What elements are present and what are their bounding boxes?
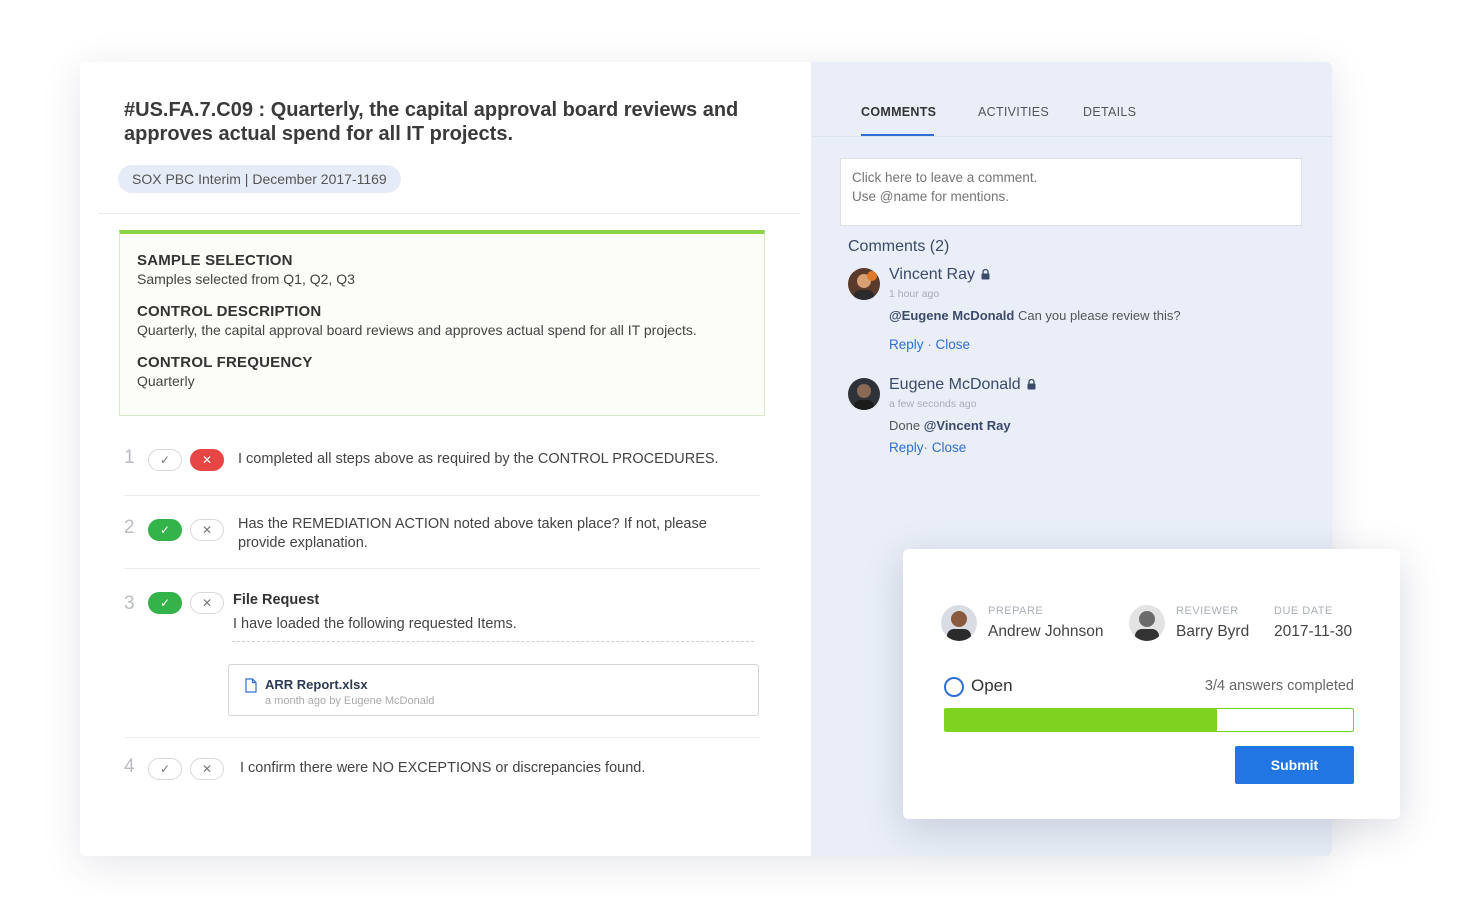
tab-activities[interactable]: ACTIVITIES bbox=[978, 105, 1049, 119]
audit-tag[interactable]: SOX PBC Interim | December 2017-1169 bbox=[118, 165, 401, 193]
due-date: DUE DATE 2017-11-30 bbox=[1274, 603, 1364, 645]
question-number: 4 bbox=[124, 756, 135, 777]
comment-item: Vincent Ray 1 hour ago @Eugene McDonald … bbox=[848, 266, 1308, 358]
sample-selection-heading: SAMPLE SELECTION bbox=[137, 252, 293, 269]
question-number: 2 bbox=[124, 517, 135, 538]
comment-input[interactable] bbox=[840, 158, 1302, 226]
avatar[interactable] bbox=[848, 378, 880, 410]
question-2: 2 ✓ ✕ Has the REMEDIATION ACTION noted a… bbox=[124, 515, 760, 559]
preparer-role: PREPARE bbox=[988, 605, 1044, 617]
reviewer-name: Barry Byrd bbox=[1176, 623, 1250, 640]
comment-author[interactable]: Vincent Ray bbox=[889, 266, 990, 284]
avatar[interactable] bbox=[848, 268, 880, 300]
preparer: PREPARE Andrew Johnson bbox=[941, 603, 1121, 645]
avatar-image bbox=[848, 378, 880, 410]
tab-comments[interactable]: COMMENTS bbox=[861, 105, 936, 119]
check-icon[interactable]: ✓ bbox=[148, 519, 182, 541]
file-name[interactable]: ARR Report.xlsx bbox=[265, 677, 368, 692]
cross-icon[interactable]: ✕ bbox=[190, 592, 224, 614]
cross-icon[interactable]: ✕ bbox=[190, 449, 224, 471]
comment-author[interactable]: Eugene McDonald bbox=[889, 376, 1036, 394]
question-4: 4 ✓ ✕ I confirm there were NO EXCEPTIONS… bbox=[124, 756, 760, 782]
mention[interactable]: @Vincent Ray bbox=[924, 418, 1011, 433]
comment-item: Eugene McDonald a few seconds ago Done @… bbox=[848, 376, 1308, 458]
check-icon[interactable]: ✓ bbox=[148, 592, 182, 614]
question-1: 1 ✓ ✕ I completed all steps above as req… bbox=[124, 447, 760, 473]
control-frequency-heading: CONTROL FREQUENCY bbox=[137, 354, 313, 371]
control-frequency-text: Quarterly bbox=[137, 373, 195, 389]
check-icon[interactable]: ✓ bbox=[148, 758, 182, 780]
tab-bar: COMMENTS ACTIVITIES DETAILS bbox=[811, 62, 1332, 137]
submit-button[interactable]: Submit bbox=[1235, 746, 1354, 784]
question-number: 3 bbox=[124, 593, 135, 614]
question-text: I have loaded the following requested It… bbox=[233, 616, 517, 632]
comment-time: 1 hour ago bbox=[889, 288, 940, 300]
question-text: I confirm there were NO EXCEPTIONS or di… bbox=[240, 760, 646, 776]
reply-link[interactable]: Reply bbox=[889, 440, 924, 455]
preparer-name: Andrew Johnson bbox=[988, 623, 1104, 640]
control-title: #US.FA.7.C09 : Quarterly, the capital ap… bbox=[124, 99, 739, 145]
comment-body: @Eugene McDonald Can you please review t… bbox=[889, 308, 1181, 323]
divider bbox=[232, 641, 754, 642]
status-label: Open bbox=[971, 676, 1013, 695]
divider bbox=[124, 737, 760, 738]
due-date-label: DUE DATE bbox=[1274, 605, 1333, 617]
control-description-text: Quarterly, the capital approval board re… bbox=[137, 322, 697, 338]
avatar-image bbox=[941, 605, 977, 641]
active-tab-indicator bbox=[861, 134, 934, 136]
comment-actions: Reply· Close bbox=[889, 440, 967, 455]
close-link[interactable]: Close bbox=[932, 440, 967, 455]
due-date-value: 2017-11-30 bbox=[1274, 623, 1353, 640]
answers-completed: 3/4 answers completed bbox=[1204, 678, 1354, 694]
question-number: 1 bbox=[124, 447, 135, 468]
control-description-heading: CONTROL DESCRIPTION bbox=[137, 303, 322, 320]
lock-icon bbox=[981, 269, 990, 280]
divider bbox=[124, 568, 760, 569]
control-info-box: SAMPLE SELECTION Samples selected from Q… bbox=[119, 230, 765, 416]
avatar[interactable] bbox=[1129, 605, 1165, 641]
file-meta: a month ago by Eugene McDonald bbox=[265, 695, 435, 707]
question-3: 3 ✓ ✕ File Request I have loaded the fol… bbox=[124, 590, 760, 640]
status-card: PREPARE Andrew Johnson REVIEWER Barry By… bbox=[903, 549, 1400, 819]
avatar-image bbox=[1129, 605, 1165, 641]
close-link[interactable]: Close bbox=[936, 337, 971, 352]
mention[interactable]: @Eugene McDonald bbox=[889, 308, 1014, 323]
tab-details[interactable]: DETAILS bbox=[1083, 105, 1136, 119]
cross-icon[interactable]: ✕ bbox=[190, 519, 224, 541]
question-title: File Request bbox=[233, 592, 320, 608]
comments-count: Comments (2) bbox=[848, 238, 950, 255]
progress-fill bbox=[945, 709, 1218, 731]
avatar[interactable] bbox=[941, 605, 977, 641]
cross-icon[interactable]: ✕ bbox=[190, 758, 224, 780]
page: #US.FA.7.C09 : Quarterly, the capital ap… bbox=[0, 0, 1464, 924]
divider bbox=[124, 495, 760, 496]
file-icon bbox=[245, 678, 257, 693]
comment-body: Done @Vincent Ray bbox=[889, 418, 1011, 433]
reply-link[interactable]: Reply bbox=[889, 337, 924, 352]
check-icon[interactable]: ✓ bbox=[148, 449, 182, 471]
sample-selection-text: Samples selected from Q1, Q2, Q3 bbox=[137, 271, 355, 287]
question-text: I completed all steps above as required … bbox=[238, 451, 719, 467]
reviewer: REVIEWER Barry Byrd bbox=[1129, 603, 1259, 645]
reviewer-role: REVIEWER bbox=[1176, 605, 1239, 617]
status-circle-icon bbox=[944, 677, 964, 697]
divider bbox=[98, 213, 800, 214]
avatar-image bbox=[848, 268, 880, 300]
question-text: Has the REMEDIATION ACTION noted above t… bbox=[238, 516, 707, 551]
comment-time: a few seconds ago bbox=[889, 398, 977, 410]
comment-actions: Reply · Close bbox=[889, 337, 971, 352]
control-panel: #US.FA.7.C09 : Quarterly, the capital ap… bbox=[80, 62, 811, 856]
file-attachment[interactable]: ARR Report.xlsx a month ago by Eugene Mc… bbox=[228, 664, 759, 716]
lock-icon bbox=[1027, 379, 1036, 390]
progress-bar bbox=[944, 708, 1354, 732]
